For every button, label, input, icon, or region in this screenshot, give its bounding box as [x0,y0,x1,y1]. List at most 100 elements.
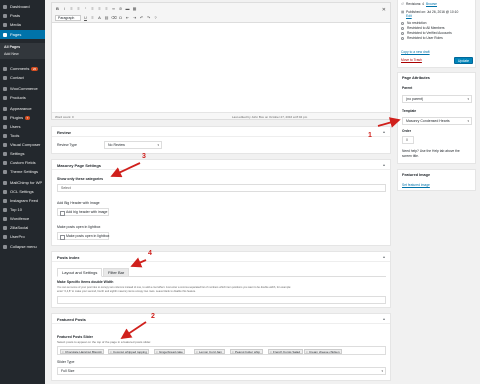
remove-tag-icon[interactable]: × [110,350,112,354]
sidebar-item-appearance[interactable]: Appearance [0,104,45,113]
radio-verified-accounts[interactable] [401,32,404,35]
sidebar-item-zillasocial[interactable]: ZillaSocial [0,223,45,232]
sidebar-item-instagram-feed[interactable]: Instagram Feed [0,196,45,205]
unlink-icon[interactable]: ⊘ [118,6,123,11]
sidebar-item-pages[interactable]: Pages [0,30,45,39]
big-header-checkbox[interactable]: Add big header with image [57,208,109,216]
outdent-icon[interactable]: ⇤ [125,15,130,20]
blockquote-icon[interactable]: “ [83,6,88,11]
revisions-browse-link[interactable]: Browse [426,2,437,6]
template-select[interactable]: Masonry Condensed Hearts ▾ [402,117,472,125]
collapse-arrow-icon[interactable]: ▴ [383,316,385,321]
format-select[interactable]: Paragraph [55,15,81,21]
featured-posts-tags[interactable]: × Chocolate Hazelnut Biscotti × Coconut whi… [57,346,386,355]
tab-layout-settings[interactable]: Layout and Settings [57,268,103,277]
sidebar-item-posts[interactable]: Posts [0,11,45,20]
link-icon[interactable]: ∞ [111,6,116,11]
indent-icon[interactable]: ⇥ [132,15,137,20]
italic-button[interactable]: I [62,6,67,11]
featured-post-tag[interactable]: × Peanut butter whip [230,348,263,354]
slider-type-select[interactable]: Full Size ▾ [57,367,386,375]
published-edit-link[interactable]: Edit [406,14,412,18]
numbered-list-icon[interactable]: ≡ [76,6,81,11]
remove-tag-icon[interactable]: × [232,350,234,354]
sidebar-item-products[interactable]: Products [0,93,45,102]
sidebar-item-ocl-settings[interactable]: OCL Settings [0,187,45,196]
more-tag-icon[interactable]: ▬ [125,6,130,11]
masonry-header[interactable]: Masonry Page Settings ▴ [52,160,390,170]
collapse-arrow-icon[interactable]: ▴ [383,254,385,259]
remove-tag-icon[interactable]: × [62,350,64,354]
sidebar-item-visual-composer[interactable]: Visual Composer [0,140,45,149]
fullscreen-close-icon[interactable]: ✕ [382,7,386,13]
sidebar-item-mailchimp-for-wp[interactable]: MailChimp for WP [0,178,45,187]
theme-icon [3,169,7,174]
toolbar-toggle-icon[interactable]: ▦ [132,6,137,11]
paste-text-icon[interactable]: ▤ [104,15,109,20]
lightbox-checkbox[interactable]: Make posts open in lightbox [57,232,109,240]
gear-icon [3,189,7,194]
radio-user-roles[interactable] [401,37,404,40]
sidebar-item-settings[interactable]: Settings [0,149,45,158]
bold-button[interactable]: B [55,6,60,11]
posts-index-header[interactable]: Posts index ▴ [52,252,390,262]
copy-draft-link[interactable]: Copy to a new draft [401,50,430,54]
remove-tag-icon[interactable]: × [196,350,198,354]
remove-tag-icon[interactable]: × [270,350,272,354]
featured-post-tag[interactable]: × Coconut whipped topping [108,348,150,354]
featured-post-tag[interactable]: × Gingerbread cake [154,348,186,354]
review-header[interactable]: Review ▴ [52,127,390,137]
remove-tag-icon[interactable]: × [156,350,158,354]
clear-format-icon[interactable]: ⌫ [111,15,117,20]
sidebar-item-collapse-menu[interactable]: Collapse menu [0,242,45,251]
sidebar-item-theme-settings[interactable]: Theme Settings [0,167,45,176]
bullet-list-icon[interactable]: ≡ [69,6,74,11]
sidebar-item-woocommerce[interactable]: WooCommerce [0,84,45,93]
sidebar-item-users[interactable]: Users [0,122,45,131]
underline-button[interactable]: U [83,15,88,20]
sidebar-item-contact[interactable]: Contact [0,73,45,82]
revisions-icon: ↺ [401,2,404,6]
update-button[interactable]: Update [454,57,473,64]
sidebar-item-top-10[interactable]: Top 10 [0,205,45,214]
help-icon[interactable]: ? [153,15,158,20]
move-to-trash-link[interactable]: Move to Trash [401,58,422,62]
justify-icon[interactable]: ≡ [90,15,95,20]
align-center-icon[interactable]: ≡ [97,6,102,11]
submenu-item-add-new[interactable]: Add New [4,52,19,56]
sidebar-item-dashboard[interactable]: Dashboard [0,2,45,11]
featured-post-tag[interactable]: × Lemon Curd Jam [194,348,225,354]
sidebar-item-tools[interactable]: Tools [0,131,45,140]
radio-all-members[interactable] [401,27,404,30]
double-width-input[interactable] [57,296,386,304]
categories-input[interactable]: Select [57,184,386,192]
align-left-icon[interactable]: ≡ [90,6,95,11]
featured-post-tag[interactable]: × Chocolate Hazelnut Biscotti [60,348,105,354]
help-text-1: Need help? Use the Help tab above the [402,149,460,153]
radio-no-restriction[interactable] [401,22,404,25]
tab-filter-bar[interactable]: Filter Bar [103,268,130,277]
redo-icon[interactable]: ↷ [146,15,151,20]
featured-post-tag[interactable]: × French Kumis Salad [268,348,303,354]
sidebar-item-plugins[interactable]: Plugins 7 [0,113,45,122]
text-color-icon[interactable]: A [97,15,102,20]
content-editor[interactable]: B I ≡ ≡ “ ≡ ≡ ≡ ∞ ⊘ ▬ ▦ Paragraph U ≡ A … [51,2,391,120]
sidebar-item-wordfence[interactable]: Wordfence [0,214,45,223]
sidebar-item-userpro[interactable]: UserPro [0,232,45,241]
special-char-icon[interactable]: Ω [118,15,123,20]
align-right-icon[interactable]: ≡ [104,6,109,11]
review-type-select[interactable]: No Review ▾ [104,141,162,149]
featured-header[interactable]: Featured Posts ▴ [52,314,390,324]
sidebar-item-comments[interactable]: Comments 26 [0,64,45,73]
sidebar-item-media[interactable]: Media [0,20,45,29]
order-input[interactable]: 0 [402,136,414,144]
featured-post-tag[interactable]: × Cream cheese chicken [304,348,343,354]
sidebar-item-custom-fields[interactable]: Custom Fields [0,158,45,167]
submenu-item-all-pages[interactable]: All Pages [4,45,20,49]
set-featured-image-link[interactable]: Set featured image [402,183,430,187]
undo-icon[interactable]: ↶ [139,15,144,20]
remove-tag-icon[interactable]: × [306,350,308,354]
collapse-arrow-icon[interactable]: ▴ [383,162,385,167]
collapse-arrow-icon[interactable]: ▴ [383,129,385,134]
parent-select[interactable]: (no parent) ▾ [402,95,472,103]
